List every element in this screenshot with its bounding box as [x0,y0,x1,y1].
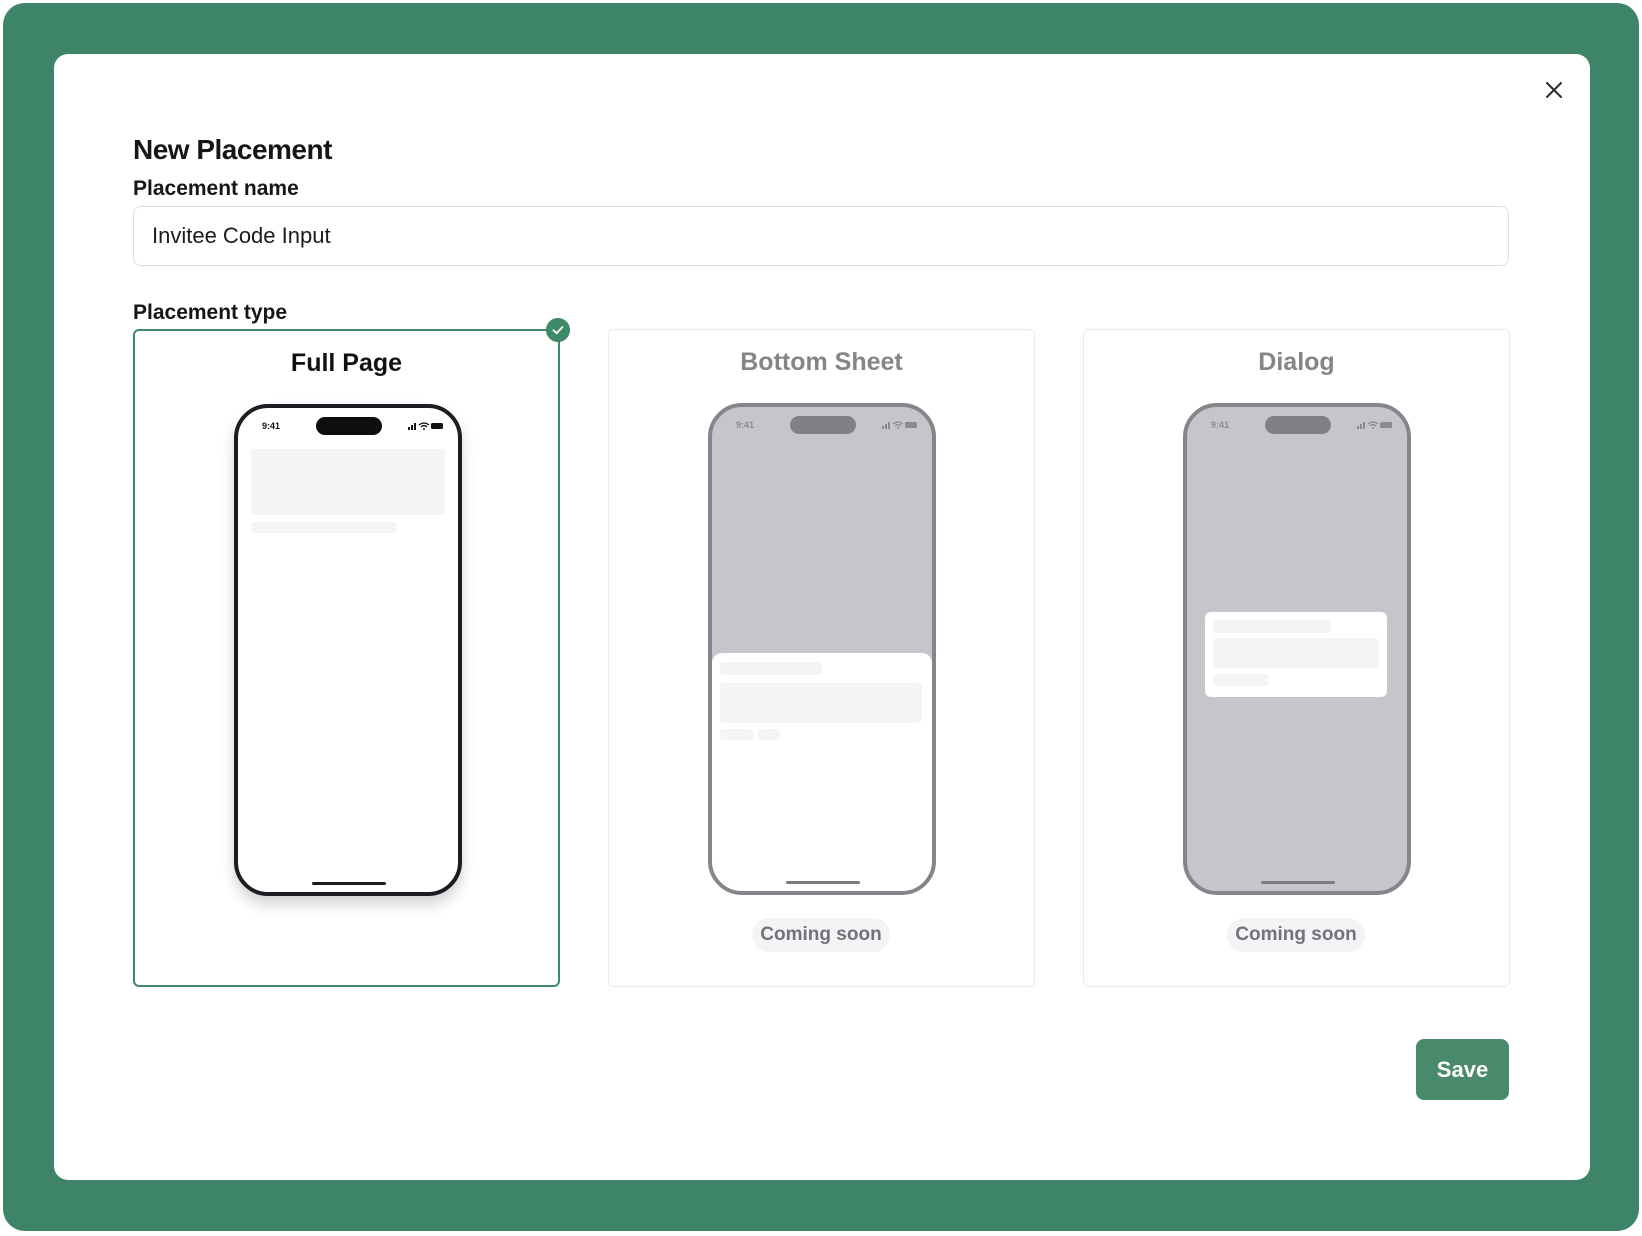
phone-status-time: 9:41 [736,420,755,430]
coming-soon-badge: Coming soon [1227,918,1365,952]
placement-type-title: Full Page [290,349,403,377]
phone-status-icons [408,422,443,430]
phone-status-icons [882,421,917,429]
skeleton-block [1213,638,1379,668]
placement-type-title: Dialog [1258,348,1335,376]
skeleton-line [1213,674,1269,686]
save-button[interactable]: Save [1416,1039,1509,1100]
coming-soon-badge: Coming soon [752,918,890,952]
close-icon[interactable] [1540,76,1568,104]
skeleton-block [720,683,922,723]
placement-name-label: Placement name [133,177,299,200]
placement-type-label: Placement type [133,301,288,324]
dynamic-island [1265,416,1331,434]
dynamic-island [790,416,856,434]
placement-type-full-page-card[interactable]: Full Page 9:41 [133,329,560,987]
dialog-title: New Placement [133,134,332,165]
skeleton-line [1213,620,1331,633]
placement-type-bottom-sheet-card[interactable]: Bottom Sheet 9:41 Coming soon [608,329,1035,987]
skeleton-chip [758,729,780,740]
dynamic-island [316,417,382,435]
phone-status-icons [1357,421,1392,429]
phone-status-time: 9:41 [262,421,281,431]
placement-name-input[interactable] [133,206,1509,266]
home-indicator [786,881,860,884]
phone-mockup-bottom-sheet: 9:41 [708,403,936,895]
home-indicator [312,882,386,885]
bottom-sheet-panel [712,653,932,891]
phone-mockup-dialog: 9:41 [1183,403,1411,895]
skeleton-line [251,522,397,533]
skeleton-block [251,449,445,515]
phone-mockup-full-page: 9:41 [234,404,462,896]
phone-status-time: 9:41 [1211,420,1230,430]
placement-type-dialog-card[interactable]: Dialog 9:41 Coming soon [1083,329,1510,987]
skeleton-chip [720,729,753,740]
placement-type-title: Bottom Sheet [740,348,903,376]
home-indicator [1261,881,1335,884]
check-icon [546,318,570,342]
skeleton-line [720,662,822,675]
dialog-preview-box [1205,612,1387,697]
